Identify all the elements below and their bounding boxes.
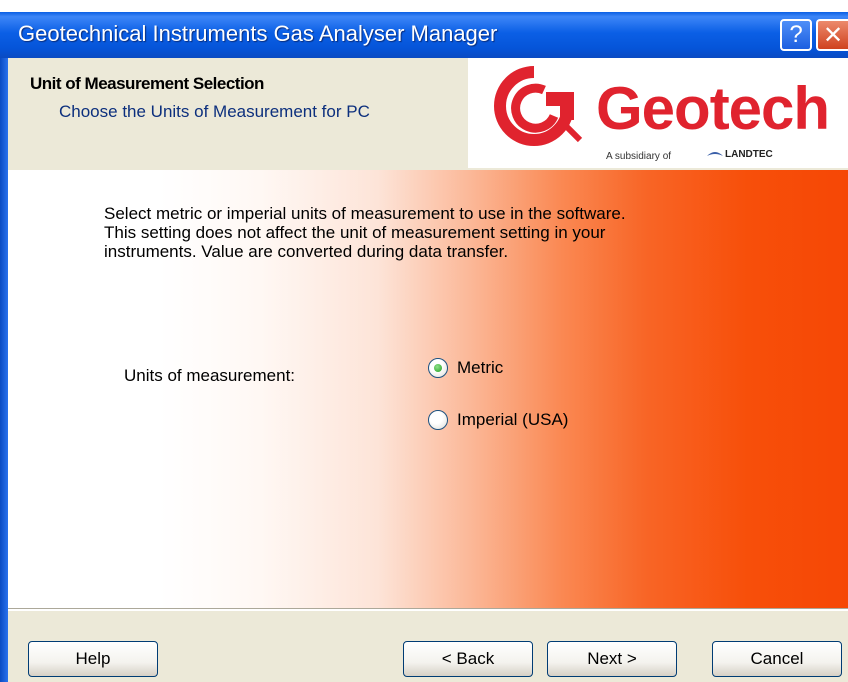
page-title: Unit of Measurement Selection (30, 74, 264, 93)
cancel-button[interactable]: Cancel (712, 641, 842, 677)
close-button[interactable]: ✕ (816, 19, 848, 51)
wizard-header: Unit of Measurement Selection Choose the… (8, 58, 848, 170)
parent-brand-name: LANDTEC (725, 149, 773, 160)
wizard-footer: Help < Back Next > Cancel (8, 611, 848, 682)
parent-brand: LANDTEC (706, 149, 773, 160)
imperial-radio-option[interactable]: Imperial (USA) (428, 410, 568, 430)
wizard-window: Geotechnical Instruments Gas Analyser Ma… (0, 12, 848, 682)
geotech-g-icon (494, 66, 583, 146)
landtec-icon (707, 152, 723, 157)
brand-name: Geotech (596, 75, 830, 142)
window-title: Geotechnical Instruments Gas Analyser Ma… (18, 21, 498, 46)
next-button[interactable]: Next > (547, 641, 677, 677)
description-line: Select metric or imperial units of measu… (104, 204, 626, 223)
wizard-body: Select metric or imperial units of measu… (8, 170, 848, 608)
metric-label[interactable]: Metric (457, 358, 503, 378)
description-text: Select metric or imperial units of measu… (104, 204, 764, 261)
imperial-radio-button[interactable] (428, 410, 448, 430)
page-subtitle: Choose the Units of Measurement for PC (59, 102, 370, 121)
metric-radio-button[interactable] (428, 358, 448, 378)
top-strip (0, 0, 848, 12)
brand-tagline: A subsidiary of (606, 151, 672, 162)
description-line: instruments. Value are converted during … (104, 242, 509, 261)
radio-selected-dot (434, 364, 442, 372)
help-title-button[interactable]: ? (780, 19, 812, 51)
back-button[interactable]: < Back (403, 641, 533, 677)
window-left-border (0, 58, 8, 682)
description-line: This setting does not affect the unit of… (104, 223, 606, 242)
imperial-label[interactable]: Imperial (USA) (457, 410, 568, 430)
metric-radio-option[interactable]: Metric (428, 358, 503, 378)
title-bar[interactable]: Geotechnical Instruments Gas Analyser Ma… (0, 12, 848, 58)
company-logo: Geotech A subsidiary of LANDTEC (468, 58, 848, 168)
help-button[interactable]: Help (28, 641, 158, 677)
units-label: Units of measurement: (124, 366, 296, 385)
